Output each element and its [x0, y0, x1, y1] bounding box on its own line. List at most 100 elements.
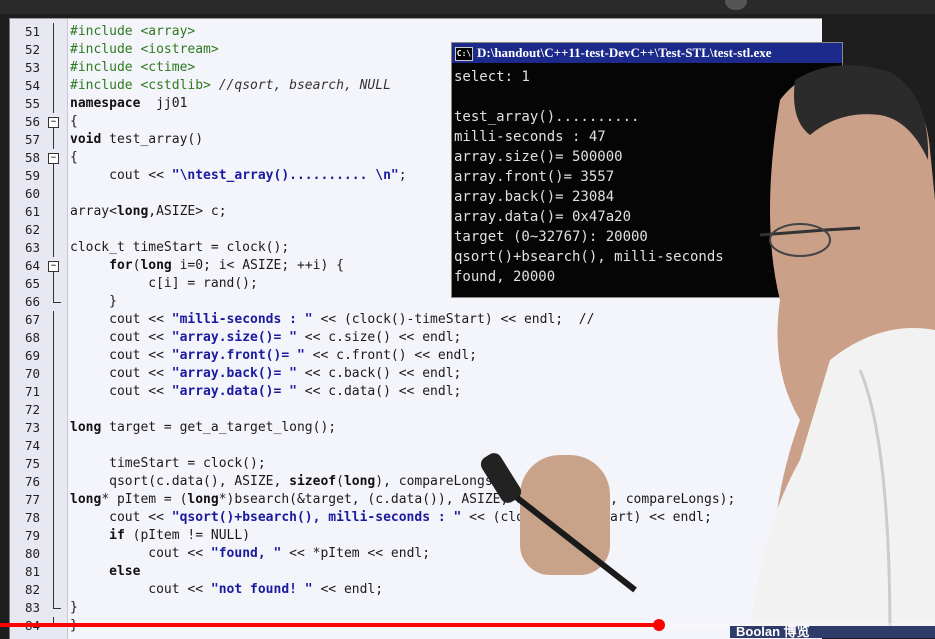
code-token: cout <<: [70, 546, 211, 561]
code-line[interactable]: cout << "milli-seconds : " << (clock()-t…: [70, 311, 594, 329]
code-line[interactable]: timeStart = clock();: [70, 455, 266, 473]
code-line[interactable]: cout << "\ntest_array().......... \n";: [70, 167, 406, 185]
line-number: 80: [24, 546, 40, 561]
line-number: 82: [24, 582, 40, 597]
fold-toggle-icon[interactable]: −: [48, 117, 59, 128]
line-number: 63: [24, 240, 40, 255]
code-token: long: [187, 492, 219, 507]
code-line[interactable]: c[i] = rand();: [70, 275, 258, 293]
line-number: 52: [24, 42, 40, 57]
code-line[interactable]: #include <cstdlib> //qsort, bsearch, NUL…: [70, 77, 391, 95]
console-output-line: array.data()= 0x47a20: [454, 209, 632, 225]
code-token: void: [70, 132, 102, 147]
fold-guide: [53, 329, 54, 347]
code-token: cout <<: [70, 510, 172, 525]
console-output-line: milli-seconds : 47: [454, 129, 606, 145]
line-number: 59: [24, 168, 40, 183]
code-token: c[i] = rand();: [70, 276, 258, 291]
console-title: D:\handout\C++11-test-DevC++\Test-STL\te…: [477, 45, 772, 60]
code-token: }: [70, 294, 117, 309]
fold-guide: [53, 581, 54, 599]
code-token: ,ASIZE> c;: [148, 204, 227, 219]
code-line[interactable]: qsort(c.data(), ASIZE, sizeof(long), com…: [70, 473, 508, 491]
code-token: for: [109, 258, 133, 273]
fold-guide: [53, 221, 54, 239]
code-line[interactable]: cout << "not found! " << endl;: [70, 581, 383, 599]
fold-toggle-icon[interactable]: −: [48, 153, 59, 164]
line-number: 68: [24, 330, 40, 345]
line-number: 77: [24, 492, 40, 507]
code-token: test_array(): [101, 132, 204, 147]
code-token: << c.back() << endl;: [296, 366, 462, 381]
fold-guide: [53, 293, 54, 302]
line-number: 51: [24, 24, 40, 39]
fold-guide: [53, 185, 54, 203]
code-token: i=0; i< ASIZE; ++i) {: [171, 258, 344, 273]
line-number: 71: [24, 384, 40, 399]
code-line[interactable]: {: [70, 149, 78, 167]
line-number: 76: [24, 474, 40, 489]
code-token: ), compareLongs);: [602, 492, 736, 507]
code-line[interactable]: #include <array>: [70, 23, 195, 41]
code-line[interactable]: #include <iostream>: [70, 41, 219, 59]
console-output-line: array.size()= 500000: [454, 149, 623, 165]
code-line[interactable]: cout << "array.size()= " << c.size() << …: [70, 329, 461, 347]
code-token: #include <cstdlib>: [70, 78, 211, 93]
line-number: 58: [24, 150, 40, 165]
code-line[interactable]: cout << "array.data()= " << c.data() << …: [70, 383, 461, 401]
code-line[interactable]: namespace jj01: [70, 95, 187, 113]
code-token: long: [343, 474, 376, 489]
code-token: #include <array>: [70, 24, 196, 39]
code-token: if: [109, 528, 125, 543]
code-token: #include <iostream>: [70, 42, 219, 57]
code-token: "not found! ": [210, 582, 313, 597]
video-progress-fill: [0, 623, 660, 627]
code-line[interactable]: }: [70, 293, 117, 311]
code-line[interactable]: {: [70, 113, 78, 131]
code-line[interactable]: }: [70, 599, 78, 617]
code-line[interactable]: cout << "array.back()= " << c.back() << …: [70, 365, 461, 383]
code-line[interactable]: long* pItem = (long*)bsearch(&target, (c…: [70, 491, 735, 509]
code-token: "array.back()= ": [171, 366, 297, 381]
code-line[interactable]: clock_t timeStart = clock();: [70, 239, 289, 257]
code-token: cout <<: [70, 168, 172, 183]
code-line[interactable]: #include <ctime>: [70, 59, 195, 77]
line-number: 70: [24, 366, 40, 381]
code-line[interactable]: cout << "qsort()+bsearch(), milli-second…: [70, 509, 712, 527]
console-output-line: found, 20000: [454, 269, 556, 285]
code-token: "array.size()= ": [171, 330, 297, 345]
fold-guide: [53, 545, 54, 563]
line-number: 69: [24, 348, 40, 363]
code-token: * pItem = (: [101, 492, 188, 507]
console-output-line: array.back()= 23084: [454, 189, 615, 205]
line-number: 60: [24, 186, 40, 201]
fold-guide: [53, 311, 54, 329]
fold-guide: [53, 59, 54, 77]
fold-guide: [53, 131, 54, 149]
code-line[interactable]: void test_array(): [70, 131, 203, 149]
code-line[interactable]: array<long,ASIZE> c;: [70, 203, 227, 221]
code-token: array<: [70, 204, 117, 219]
code-token: "qsort()+bsearch(), milli-seconds : ": [171, 510, 462, 525]
code-token: }: [70, 600, 78, 615]
fold-toggle-icon[interactable]: −: [48, 261, 59, 272]
code-token: << c.size() << endl;: [296, 330, 462, 345]
code-line[interactable]: cout << "array.front()= " << c.front() <…: [70, 347, 477, 365]
code-line[interactable]: cout << "found, " << *pItem << endl;: [70, 545, 430, 563]
code-line[interactable]: else: [70, 563, 140, 581]
fold-guide: [53, 365, 54, 383]
fold-guide: [53, 527, 54, 545]
code-line[interactable]: if (pItem != NULL): [70, 527, 250, 545]
console-app-icon: C:\: [455, 47, 473, 62]
code-token: long: [140, 258, 172, 273]
fold-guide: [53, 77, 54, 95]
fold-guide: [53, 95, 54, 113]
video-top-bar: [0, 0, 935, 14]
line-number: 67: [24, 312, 40, 327]
code-line[interactable]: long target = get_a_target_long();: [70, 419, 336, 437]
code-line[interactable]: for(long i=0; i< ASIZE; ++i) {: [70, 257, 344, 275]
player-control-icon[interactable]: [725, 0, 747, 10]
fold-guide: [53, 23, 54, 41]
line-number: 55: [24, 96, 40, 111]
